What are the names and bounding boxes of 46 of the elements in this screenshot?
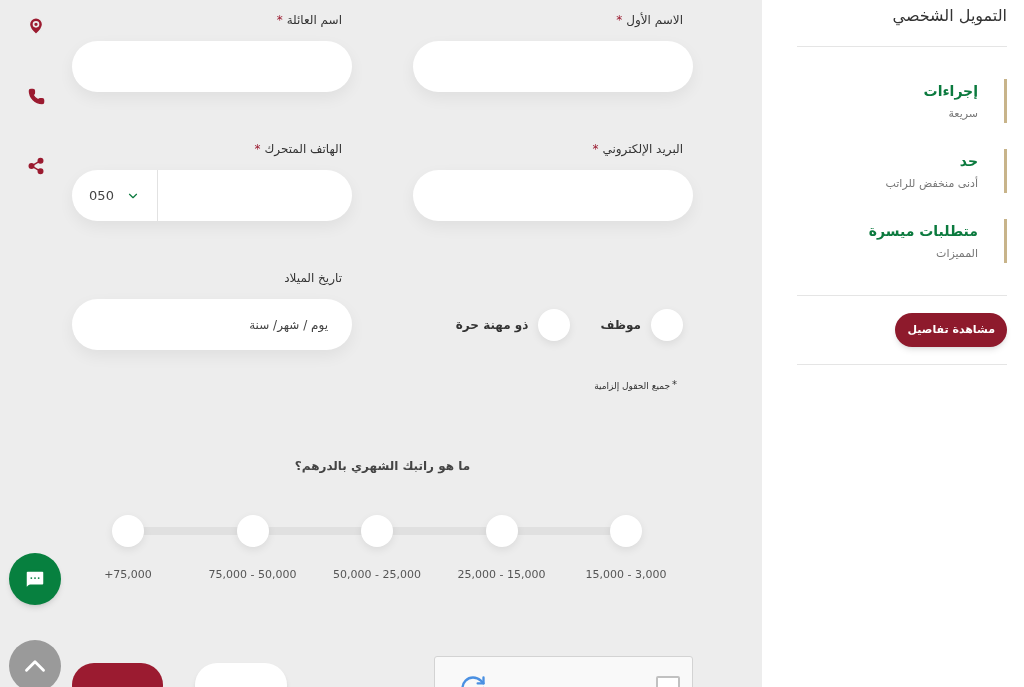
field-label: تاريخ الميلاد — [284, 270, 342, 287]
field-label: اسم العائلة — [286, 12, 342, 29]
country-code[interactable]: 050 — [89, 185, 114, 206]
feature-title: إجراءات — [922, 82, 978, 102]
slider-step[interactable] — [610, 515, 642, 547]
date-field[interactable]: يوم / شهر/ سنة — [72, 299, 352, 350]
slider-step[interactable] — [485, 515, 518, 547]
feature-title: حد — [958, 152, 978, 171]
feature-subtitle: سريعة — [947, 106, 978, 122]
chat-icon — [24, 568, 46, 590]
required-mark: * — [254, 141, 261, 158]
salary-range[interactable]: 15,000 - 3,000 — [585, 567, 667, 584]
input-field[interactable] — [72, 41, 352, 92]
input-field[interactable] — [413, 170, 693, 221]
location-pin-icon[interactable] — [26, 16, 46, 36]
required-mark: * — [616, 12, 623, 29]
feature-subtitle: المميزات — [935, 246, 978, 262]
panel-title: التمويل الشخصي — [891, 5, 1007, 28]
radio-button[interactable] — [538, 308, 571, 341]
required-mark: * — [276, 12, 283, 29]
field-label: الاسم الأول — [626, 11, 683, 29]
field-label: الهاتف المتحرك — [264, 141, 342, 158]
slider-step[interactable] — [236, 515, 269, 547]
scroll-top-button[interactable] — [9, 640, 61, 687]
radio-label: موظف — [600, 316, 641, 334]
required-mark: * — [592, 141, 599, 158]
feature-title: متطلبات ميسرة — [867, 222, 978, 242]
slider-step[interactable] — [361, 515, 393, 547]
phone-icon[interactable] — [27, 88, 45, 105]
details-button[interactable]: مشاهدة تفاصيل — [895, 313, 1007, 347]
required-note: جميع الحقول إلزامية — [594, 380, 670, 393]
radio-label: ذو مهنة حرة — [455, 316, 529, 334]
salary-range[interactable]: 50,000 - 25,000 — [333, 567, 421, 584]
salary-range[interactable]: 75,000 - 50,000 — [208, 567, 297, 584]
input-field[interactable] — [413, 41, 693, 92]
slider-step[interactable] — [112, 515, 144, 547]
salary-range[interactable]: +75,000 — [104, 567, 152, 584]
feature-subtitle: أدنى منخفض للراتب — [884, 176, 978, 192]
chat-button[interactable] — [9, 553, 61, 605]
phone-field[interactable]: 050 — [72, 170, 352, 221]
share-icon[interactable] — [27, 157, 45, 175]
radio-button[interactable] — [651, 308, 683, 341]
salary-question: ما هو راتبك الشهري بالدرهم؟ — [293, 458, 472, 475]
required-mark: * — [672, 378, 677, 392]
field-label: البريد الإلكتروني — [602, 141, 683, 158]
salary-range[interactable]: 25,000 - 15,000 — [457, 567, 546, 584]
